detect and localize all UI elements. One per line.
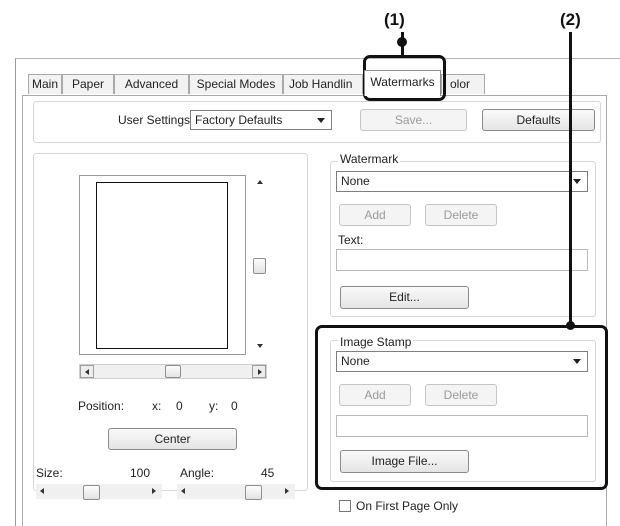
scroll-right-icon [258,369,262,375]
page-preview [96,182,228,349]
tab-advanced[interactable]: Advanced [114,74,189,94]
angle-value: 45 [261,466,275,480]
angle-label: Angle: [180,466,215,480]
chevron-down-icon [317,118,325,123]
tab-main[interactable]: Main [28,74,62,94]
position-x-label: x: [152,399,162,413]
chevron-down-icon [573,179,581,184]
tab-job-handling[interactable]: Job Handlin [283,74,363,94]
scroll-left-icon [85,369,89,375]
watermark-delete-button[interactable]: Delete [425,204,497,226]
tab-paper[interactable]: Paper [62,74,114,94]
angle-increase-icon[interactable] [285,488,289,494]
callout-2-dot [566,321,575,330]
watermark-text-label: Text: [338,233,364,247]
defaults-button[interactable]: Defaults [482,109,595,131]
size-label: Size: [36,466,63,480]
save-button[interactable]: Save... [360,109,467,131]
size-increase-icon[interactable] [152,488,156,494]
tab-color[interactable]: olor [441,74,485,94]
user-settings-value: Factory Defaults [195,113,283,127]
vertical-scroll-thumb[interactable] [253,258,266,274]
angle-decrease-icon[interactable] [181,488,185,494]
tab-special-modes[interactable]: Special Modes [189,74,283,94]
scroll-left-button[interactable] [80,365,94,378]
size-value: 100 [130,466,151,480]
size-slider[interactable] [36,484,162,500]
scroll-down-icon[interactable] [257,344,263,348]
callout-2-leader [569,32,572,326]
first-page-only-label: On First Page Only [356,499,459,513]
horizontal-scroll-thumb[interactable] [165,365,181,378]
size-slider-thumb[interactable] [83,485,100,500]
scroll-up-icon[interactable] [257,180,263,184]
tab-watermarks[interactable]: Watermarks [364,70,441,96]
angle-slider-thumb[interactable] [245,485,262,500]
watermark-group-label: Watermark [338,152,401,166]
center-button[interactable]: Center [108,428,237,450]
callout-1-dot [397,37,407,47]
callout-2-highlight [315,325,608,490]
first-page-only-checkbox[interactable] [339,500,351,512]
user-settings-select[interactable]: Factory Defaults [190,110,332,130]
position-y-value: 0 [231,399,238,413]
watermark-select-value: None [341,174,370,188]
user-settings-label: User Settings: [118,113,194,127]
position-label: Position: [78,399,125,413]
edit-button[interactable]: Edit... [340,286,469,309]
callout-1: (1) [384,10,405,29]
watermark-select[interactable]: None [336,171,588,192]
angle-slider[interactable] [177,484,295,500]
watermark-text-field[interactable] [336,249,588,271]
scroll-right-button[interactable] [252,365,266,378]
position-y-label: y: [209,399,219,413]
image-stamp-group-label: Image Stamp [338,335,414,349]
watermark-add-button[interactable]: Add [339,204,411,226]
callout-2: (2) [560,10,581,29]
position-x-value: 0 [176,399,183,413]
size-decrease-icon[interactable] [40,488,44,494]
